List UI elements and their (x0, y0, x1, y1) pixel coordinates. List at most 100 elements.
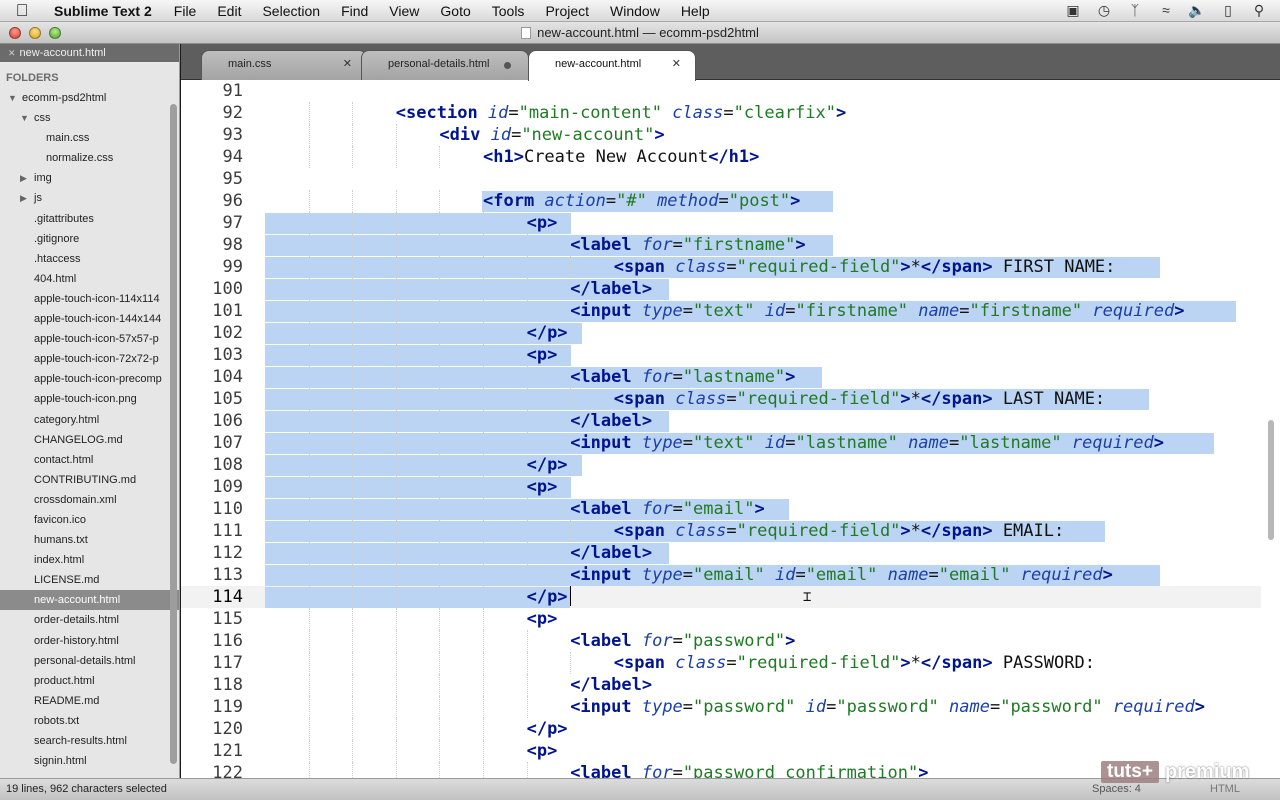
file-item[interactable]: apple-touch-icon-precomp (0, 369, 179, 389)
code-line[interactable]: 115 <p> (181, 608, 1280, 630)
file-item[interactable]: contact.html (0, 450, 179, 470)
file-item[interactable]: apple-touch-icon-72x72-p (0, 349, 179, 369)
open-file-item[interactable]: ✕ new-account.html (0, 44, 179, 62)
file-item[interactable]: category.html (0, 410, 179, 430)
app-name-menu[interactable]: Sublime Text 2 (54, 3, 152, 19)
file-item[interactable]: personal-details.html (0, 651, 179, 671)
modified-dot-icon[interactable] (504, 62, 511, 69)
code-line[interactable]: 97 <p> (181, 212, 1280, 234)
line-number[interactable]: 93 (181, 124, 243, 146)
time-machine-icon[interactable]: ◷ (1095, 2, 1113, 19)
line-number[interactable]: 120 (181, 718, 243, 740)
editor-scrollbar[interactable] (1268, 420, 1274, 540)
apple-icon[interactable]:  (0, 1, 44, 21)
line-number[interactable]: 117 (181, 652, 243, 674)
line-number[interactable]: 119 (181, 696, 243, 718)
file-item[interactable]: favicon.ico (0, 510, 179, 530)
code-line[interactable]: 110 <label for="email"> (181, 498, 1280, 520)
line-number[interactable]: 105 (181, 388, 243, 410)
tab-main-css[interactable]: main.css ✕ (201, 50, 367, 80)
zoom-window-button[interactable] (49, 27, 61, 39)
line-number[interactable]: 99 (181, 256, 243, 278)
line-number[interactable]: 107 (181, 432, 243, 454)
code-area[interactable]: 91 92 <section id="main-content" class="cl… (181, 80, 1280, 778)
volume-icon[interactable]: 🔈 (1188, 2, 1206, 19)
code-line[interactable]: 119 <input type="password" id="password" … (181, 696, 1280, 718)
line-number[interactable]: 109 (181, 476, 243, 498)
code-line[interactable]: 109 <p> (181, 476, 1280, 498)
line-number[interactable]: 92 (181, 102, 243, 124)
code-line[interactable]: 107 <input type="text" id="lastname" name… (181, 432, 1280, 454)
menu-selection[interactable]: Selection (262, 3, 320, 19)
file-item[interactable]: .htaccess (0, 249, 179, 269)
menu-tools[interactable]: Tools (492, 3, 525, 19)
disclosure-open-icon[interactable]: ▼ (8, 88, 17, 108)
code-line[interactable]: 112 </label> (181, 542, 1280, 564)
file-item[interactable]: apple-touch-icon-114x114 (0, 289, 179, 309)
file-item[interactable]: LICENSE.md (0, 570, 179, 590)
file-item[interactable]: robots.txt (0, 711, 179, 731)
code-line[interactable]: 114 </p> ⌶ (181, 586, 1280, 608)
file-item[interactable]: index.html (0, 550, 179, 570)
wifi-icon[interactable]: ≈ (1157, 2, 1175, 19)
line-number[interactable]: 97 (181, 212, 243, 234)
sidebar-scrollbar[interactable] (170, 104, 177, 764)
code-line[interactable]: 113 <input type="email" id="email" name="… (181, 564, 1280, 586)
line-number[interactable]: 121 (181, 740, 243, 762)
line-number[interactable]: 102 (181, 322, 243, 344)
code-line[interactable]: 101 <input type="text" id="firstname" nam… (181, 300, 1280, 322)
file-item[interactable]: order-history.html (0, 631, 179, 651)
code-line[interactable]: 96 <form action="#" method="post"> (181, 190, 1280, 212)
file-item[interactable]: humans.txt (0, 530, 179, 550)
menu-window[interactable]: Window (610, 3, 660, 19)
line-number[interactable]: 114 (181, 586, 243, 608)
menu-goto[interactable]: Goto (440, 3, 470, 19)
menu-project[interactable]: Project (545, 3, 589, 19)
file-item[interactable]: new-account.html (0, 590, 179, 611)
disclosure-closed-icon[interactable]: ▶ (20, 188, 27, 208)
file-item[interactable]: product.html (0, 671, 179, 691)
bluetooth-icon[interactable]: ᛉ (1126, 2, 1144, 19)
file-item[interactable]: search-results.html (0, 731, 179, 751)
line-number[interactable]: 110 (181, 498, 243, 520)
line-number[interactable]: 118 (181, 674, 243, 696)
screen-icon[interactable]: ▣ (1064, 2, 1082, 19)
minimize-window-button[interactable] (29, 27, 41, 39)
line-number[interactable]: 103 (181, 344, 243, 366)
code-line[interactable]: 99 <span class="required-field">*</span> … (181, 256, 1280, 278)
close-window-button[interactable] (9, 27, 21, 39)
line-number[interactable]: 115 (181, 608, 243, 630)
code-line[interactable]: 104 <label for="lastname"> (181, 366, 1280, 388)
code-line[interactable]: 106 </label> (181, 410, 1280, 432)
line-number[interactable]: 108 (181, 454, 243, 476)
line-number[interactable]: 101 (181, 300, 243, 322)
line-number[interactable]: 112 (181, 542, 243, 564)
battery-icon[interactable]: ▯ (1219, 2, 1237, 19)
code-line[interactable]: 118 </label> (181, 674, 1280, 696)
line-number[interactable]: 106 (181, 410, 243, 432)
code-line[interactable]: 98 <label for="firstname"> (181, 234, 1280, 256)
file-item[interactable]: signin.html (0, 751, 179, 771)
line-number[interactable]: 113 (181, 564, 243, 586)
line-number[interactable]: 111 (181, 520, 243, 542)
line-number[interactable]: 100 (181, 278, 243, 300)
spotlight-icon[interactable]: ⚲ (1250, 2, 1268, 19)
code-line[interactable]: 116 <label for="password"> (181, 630, 1280, 652)
file-item[interactable]: main.css (0, 128, 179, 148)
file-item[interactable]: 404.html (0, 269, 179, 289)
file-item[interactable]: .gitattributes (0, 209, 179, 229)
line-number[interactable]: 104 (181, 366, 243, 388)
disclosure-open-icon[interactable]: ▼ (20, 108, 29, 128)
disclosure-closed-icon[interactable]: ▶ (20, 168, 27, 188)
code-line[interactable]: 92 <section id="main-content" class="clea… (181, 102, 1280, 124)
file-item[interactable]: apple-touch-icon-144x144 (0, 309, 179, 329)
menu-file[interactable]: File (174, 3, 197, 19)
line-number[interactable]: 91 (181, 80, 243, 102)
code-line[interactable]: 111 <span class="required-field">*</span>… (181, 520, 1280, 542)
folder-item[interactable]: ▶ img (0, 168, 179, 188)
code-line[interactable]: 120 </p> (181, 718, 1280, 740)
menu-find[interactable]: Find (341, 3, 368, 19)
file-item[interactable]: CONTRIBUTING.md (0, 470, 179, 490)
menu-view[interactable]: View (389, 3, 419, 19)
folder-item[interactable]: ▼ ecomm-psd2html (0, 88, 179, 108)
